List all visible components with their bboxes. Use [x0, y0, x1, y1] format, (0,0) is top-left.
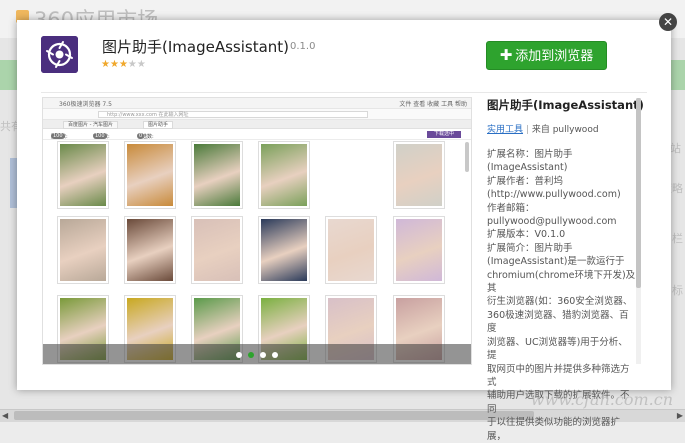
carousel-pagination: [43, 344, 472, 365]
preview-photo-thumbnail: [258, 216, 310, 284]
preview-photo-thumbnail: [191, 141, 243, 209]
screenshot-preview[interactable]: 360极速浏览器 7.5 文件 查看 收藏 工具 帮助 http://www.x…: [42, 97, 472, 365]
preview-window-title: 360极速浏览器 7.5: [59, 99, 112, 108]
scrollbar-thumb[interactable]: [14, 411, 534, 420]
preview-address-input: http://www.xxx.com 在此输入网址: [98, 111, 368, 118]
watermark: www.cfan.com.cn: [531, 390, 673, 409]
preview-tab: 图片助手: [143, 121, 173, 129]
preview-photo-thumbnail: [393, 141, 445, 209]
description-meta: 实用工具 | 来自 pullywood: [487, 122, 637, 135]
preview-download-button: 下载选中: [427, 131, 461, 138]
meta-separator: |: [526, 125, 529, 135]
carousel-dot[interactable]: [260, 352, 266, 358]
scroll-right-arrow-icon[interactable]: ▶: [677, 411, 683, 420]
preview-scrollbar: [465, 142, 469, 172]
star-empty-icon: ★: [137, 59, 146, 70]
preview-photo-thumbnail: [124, 141, 176, 209]
extension-detail-dialog: 图片助手(ImageAssistant) 0.1.0 ★★★★★ ✚添加到浏览器…: [17, 20, 671, 390]
preview-window-titlebar: 360极速浏览器 7.5 文件 查看 收藏 工具 帮助: [43, 98, 472, 109]
preview-address-bar: http://www.xxx.com 在此输入网址: [43, 109, 472, 120]
preview-photo-thumbnail: [57, 141, 109, 209]
description-scrollbar-thumb[interactable]: [636, 98, 641, 288]
description-title: 图片助手(ImageAssistant): [487, 97, 637, 113]
category-link[interactable]: 实用工具: [487, 125, 523, 135]
preview-photo-thumbnail: [57, 216, 109, 284]
background-side-text: 栏: [672, 230, 683, 246]
background-side-text: 标: [672, 282, 683, 298]
star-filled-icon: ★: [119, 59, 128, 70]
app-version: 0.1.0: [290, 41, 315, 52]
preview-toolbar: 图片数: 100 可见数: 100 已选数: 0: [43, 129, 472, 140]
app-name: 图片助手(ImageAssistant): [102, 36, 289, 57]
add-to-browser-button[interactable]: ✚添加到浏览器: [486, 41, 607, 70]
scroll-left-arrow-icon[interactable]: ◀: [2, 411, 8, 420]
app-icon: [41, 36, 78, 73]
preview-photo-thumbnail: [325, 216, 377, 284]
author-name: pullywood: [553, 125, 599, 135]
preview-tab: 百度图片 - 汽车图片: [63, 121, 118, 129]
preview-tab-strip: 百度图片 - 汽车图片 图片助手: [43, 120, 472, 129]
star-filled-icon: ★: [101, 59, 110, 70]
preview-photo-thumbnail: [191, 216, 243, 284]
rating-stars: ★★★★★: [101, 59, 146, 70]
star-empty-icon: ★: [128, 59, 137, 70]
source-prefix: 来自: [532, 125, 550, 135]
close-icon[interactable]: ✕: [659, 13, 677, 31]
carousel-dot[interactable]: [248, 352, 254, 358]
carousel-dot[interactable]: [236, 352, 242, 358]
plus-icon: ✚: [500, 46, 513, 64]
preview-photo-thumbnail: [124, 216, 176, 284]
carousel-dot[interactable]: [272, 352, 278, 358]
preview-photo-thumbnail: [258, 141, 310, 209]
preview-menu: 文件 查看 收藏 工具 帮助: [399, 99, 467, 108]
preview-photo-thumbnail: [393, 216, 445, 284]
add-to-browser-label: 添加到浏览器: [515, 49, 593, 64]
star-filled-icon: ★: [110, 59, 119, 70]
header-divider: [41, 92, 647, 93]
